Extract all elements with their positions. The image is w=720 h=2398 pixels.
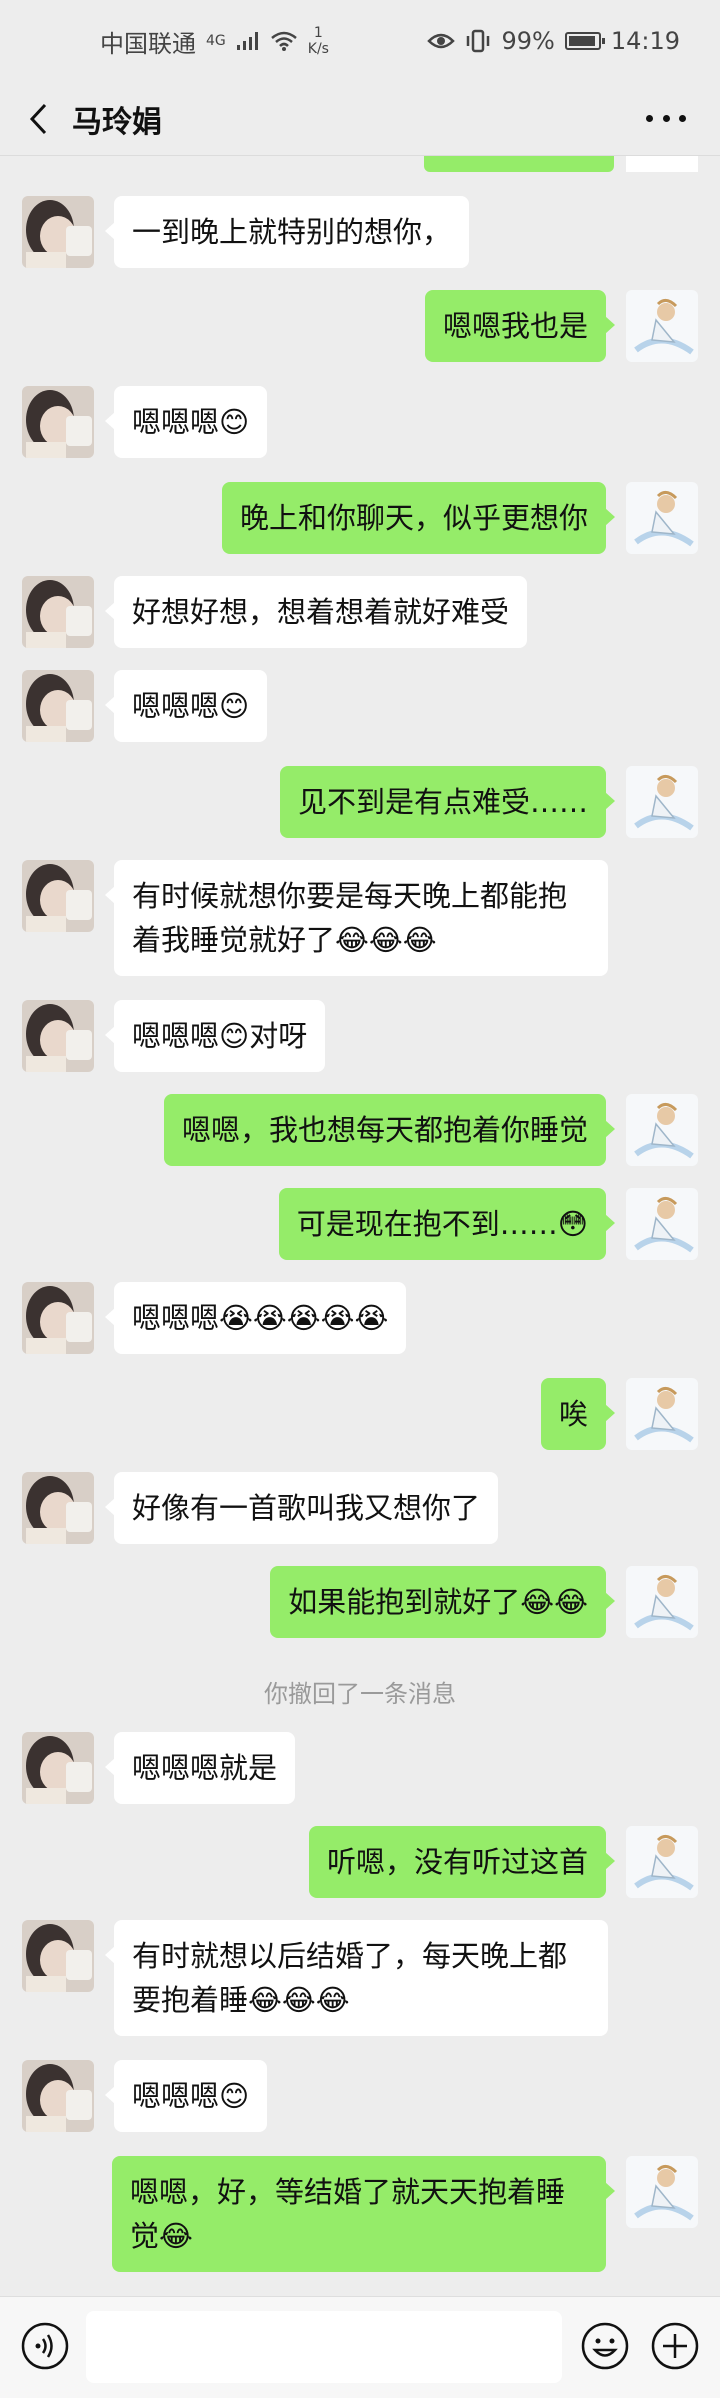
my-avatar[interactable] [626,1378,698,1450]
message-bubble[interactable]: 嗯嗯嗯😭😭😭😭😭 [104,1282,407,1354]
contact-avatar[interactable] [22,670,94,742]
message-bubble[interactable]: 见不到是有点难受…… [279,766,616,838]
message-text: 嗯嗯嗯😊 [132,405,250,439]
more-options-icon[interactable] [646,104,686,134]
network-speed-unit: K/s [307,41,329,57]
eye-icon [427,33,456,49]
message-text: 有时就想以后结婚了，每天晚上都 要抱着睡😂😂😂 [132,1939,568,2017]
status-bar: 中国联通 4G 1 K/s 99% 14:19 [0,0,720,82]
network-speed-value: 1 [313,25,323,41]
my-avatar[interactable] [626,1188,698,1260]
message-bubble[interactable]: 嗯嗯，好，等结婚了就天天抱着睡 觉😂 [112,2156,615,2272]
chat-messages[interactable]: 一到晚上就特别的想你， 嗯嗯我也是嗯嗯嗯😊 晚上和你聊天，似乎更想你好想好想，想着想… [0,156,720,2296]
message-bubble[interactable]: 嗯嗯嗯😊对呀 [104,1000,326,1072]
my-avatar[interactable] [626,1566,698,1638]
system-note: 你撤回了一条消息 [264,1680,456,1708]
message-text: 听嗯，没有听过这首 [326,1845,588,1879]
message-text: 嗯嗯我也是 [442,309,588,343]
my-avatar[interactable] [626,766,698,838]
wifi-icon [270,31,297,51]
message-text: 嗯嗯，好，等结婚了就天天抱着睡 觉😂 [130,2175,566,2253]
my-avatar[interactable] [626,1826,698,1898]
partial-message-bubble [424,156,614,172]
contact-avatar[interactable] [22,576,94,648]
my-avatar[interactable] [626,2156,698,2228]
contact-avatar[interactable] [22,2060,94,2132]
message-text: 嗯嗯嗯😭😭😭😭😭 [132,1301,389,1335]
message-bubble[interactable]: 有时就想以后结婚了，每天晚上都 要抱着睡😂😂😂 [105,1920,608,2036]
my-avatar[interactable] [626,290,698,362]
clock-time: 14:19 [610,27,680,55]
message-text: 好像有一首歌叫我又想你了 [132,1491,481,1525]
message-bubble[interactable]: 嗯嗯嗯😊 [104,670,268,742]
message-bubble[interactable]: 晚上和你聊天，似乎更想你 [221,482,616,554]
back-arrow-icon[interactable] [22,99,54,139]
network-type: 4G [206,33,226,49]
message-text: 嗯嗯嗯😊 [132,2079,250,2113]
message-text: 嗯嗯，我也想每天都抱着你睡觉 [181,1113,588,1147]
message-bubble[interactable]: 嗯嗯嗯😊 [104,386,268,458]
message-bubble[interactable]: 嗯嗯，我也想每天都抱着你睡觉 [163,1094,616,1166]
battery-icon [564,32,605,50]
message-bubble[interactable]: 如果能抱到就好了😂😂 [270,1566,615,1638]
contact-avatar[interactable] [22,1732,94,1804]
status-left: 中国联通 4G 1 K/s [100,24,329,59]
my-avatar[interactable] [626,482,698,554]
message-text: 有时候就想你要是每天晚上都能抱 着我睡觉就好了😂😂😂 [132,879,568,957]
message-bubble[interactable]: 一到晚上就特别的想你， [104,196,470,268]
battery-percent: 99% [501,27,555,55]
voice-input-icon[interactable] [20,2321,70,2371]
my-avatar[interactable] [626,1094,698,1166]
message-text: 可是现在抱不到……😳 [296,1207,588,1241]
message-bubble[interactable]: 好像有一首歌叫我又想你了 [104,1472,499,1544]
contact-avatar[interactable] [22,386,94,458]
message-bubble[interactable]: 嗯嗯嗯就是 [104,1732,296,1804]
plus-icon[interactable] [650,2321,700,2371]
message-bubble[interactable]: 可是现在抱不到……😳 [278,1188,616,1260]
network-speed: 1 K/s [308,25,329,57]
chat-header: 马玲娟 [0,82,720,156]
message-text: 嗯嗯嗯😊对呀 [132,1019,308,1053]
message-text: 一到晚上就特别的想你， [132,215,452,249]
contact-avatar[interactable] [22,1282,94,1354]
message-text: 见不到是有点难受…… [297,785,588,819]
message-text: 嗯嗯嗯😊 [132,689,250,723]
chat-title: 马玲娟 [72,104,162,140]
message-input[interactable] [86,2311,562,2383]
contact-avatar[interactable] [22,196,94,268]
input-bar [0,2296,720,2398]
carrier-name: 中国联通 [100,29,196,58]
signal-icon [236,32,258,50]
message-text: 晚上和你聊天，似乎更想你 [239,501,588,535]
message-bubble[interactable]: 唉 [540,1378,616,1450]
contact-avatar[interactable] [22,860,94,932]
status-right: 99% 14:19 [427,27,680,55]
message-bubble[interactable]: 好想好想，想着想着就好难受 [104,576,528,648]
vibrate-icon [467,29,490,53]
message-text: 如果能抱到就好了😂😂 [288,1585,588,1619]
contact-avatar[interactable] [22,1472,94,1544]
contact-avatar[interactable] [22,1920,94,1992]
message-bubble[interactable]: 听嗯，没有听过这首 [308,1826,616,1898]
message-bubble[interactable]: 嗯嗯我也是 [424,290,616,362]
message-text: 唉 [558,1397,588,1431]
partial-avatar [626,156,698,172]
emoji-icon[interactable] [580,2321,630,2371]
message-bubble[interactable]: 嗯嗯嗯😊 [104,2060,268,2132]
message-bubble[interactable]: 有时候就想你要是每天晚上都能抱 着我睡觉就好了😂😂😂 [105,860,608,976]
message-text: 嗯嗯嗯就是 [132,1751,278,1785]
contact-avatar[interactable] [22,1000,94,1072]
message-text: 好想好想，想着想着就好难受 [132,595,510,629]
